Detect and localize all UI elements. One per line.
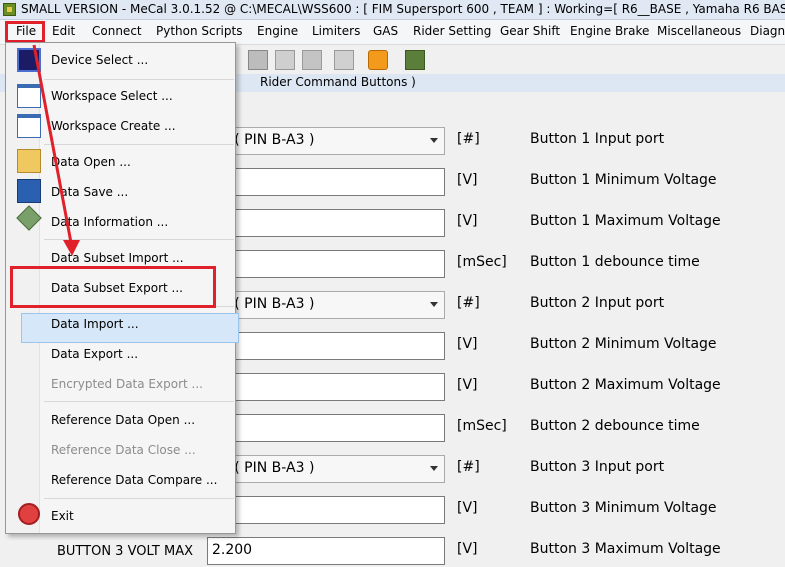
annotation-arrow-icon bbox=[32, 44, 80, 256]
